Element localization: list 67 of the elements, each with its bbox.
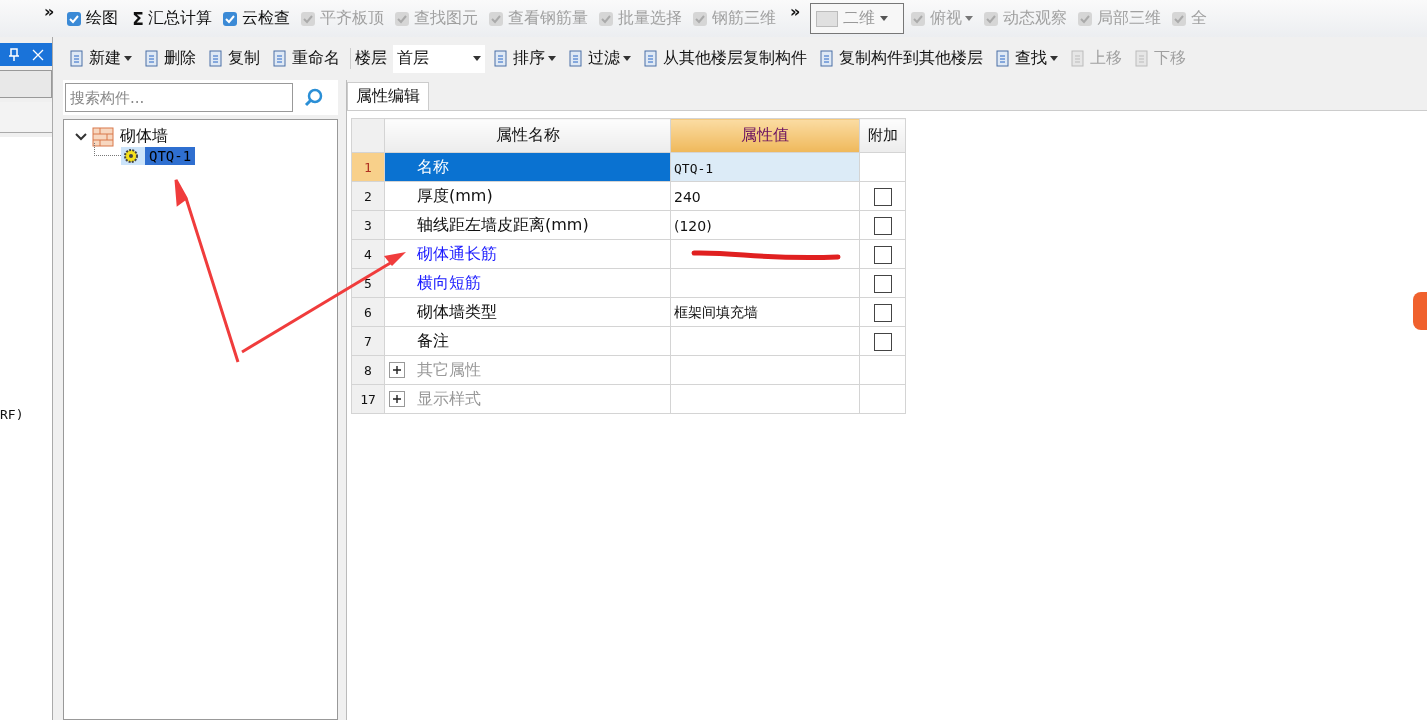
row-number: 17: [351, 384, 385, 414]
row-number: 8: [351, 355, 385, 385]
gear-icon: [123, 148, 139, 164]
caret-icon: [548, 56, 556, 61]
checkbox[interactable]: [873, 245, 892, 264]
checkbox[interactable]: [873, 303, 892, 322]
caret-icon: [965, 16, 974, 21]
row-number: 4: [351, 239, 385, 269]
property-name: 厚度(mm): [416, 185, 493, 207]
caret-icon: [124, 56, 132, 61]
toolbar-button[interactable]: 云检查: [241, 8, 294, 29]
app-icon[interactable]: [1413, 292, 1427, 330]
checkbox[interactable]: [873, 332, 892, 351]
toolbar-button[interactable]: 过滤: [588, 48, 635, 69]
property-name: 其它属性: [416, 359, 481, 381]
caret-icon: [880, 16, 889, 21]
checkbox[interactable]: [873, 216, 892, 235]
tree-item[interactable]: 砌体墙: [118, 126, 170, 147]
caret-icon: [473, 56, 481, 61]
toolbar-button[interactable]: 复制构件到其他楼层: [839, 48, 987, 69]
caret-icon: [1050, 56, 1058, 61]
column-header: 属性名称: [384, 118, 671, 153]
search-icon[interactable]: [303, 86, 325, 109]
property-value[interactable]: QTQ-1: [674, 160, 714, 176]
property-value[interactable]: (120): [674, 217, 712, 234]
property-name: 备注: [416, 330, 449, 352]
property-value[interactable]: 240: [674, 188, 701, 205]
property-name: 轴线距左墙皮距离(mm): [416, 214, 589, 236]
toolbar-button[interactable]: 新建: [89, 48, 136, 69]
row-number: 2: [351, 181, 385, 211]
property-name: 显示样式: [416, 388, 481, 410]
caret-icon: [623, 56, 631, 61]
close-icon[interactable]: [32, 48, 44, 61]
row-number: 6: [351, 297, 385, 327]
property-name: 名称: [416, 156, 449, 178]
expand-icon[interactable]: [389, 391, 405, 407]
sigma-icon: Σ: [132, 8, 144, 29]
checkbox[interactable]: [873, 187, 892, 206]
pin-icon[interactable]: [8, 47, 20, 62]
toolbar-button[interactable]: 汇总计算: [147, 8, 216, 29]
row-number: 1: [351, 152, 385, 182]
expander-icon[interactable]: [74, 131, 88, 142]
toolbar-button[interactable]: 重命名: [292, 48, 344, 69]
tree-item[interactable]: QTQ-1: [145, 147, 196, 165]
expand-icon[interactable]: [389, 362, 405, 378]
floor-dropdown[interactable]: 首层: [393, 44, 485, 73]
overflow-button[interactable]: »: [44, 2, 55, 21]
corner-cell: [351, 118, 385, 153]
column-header: 属性值: [670, 118, 860, 153]
toolbar-button[interactable]: 复制: [228, 48, 264, 69]
tab[interactable]: 属性编辑: [347, 82, 429, 110]
checkbox[interactable]: [873, 274, 892, 293]
list-item[interactable]: RF): [0, 407, 24, 422]
toolbar-button[interactable]: 绘图: [86, 8, 123, 29]
row-number: 3: [351, 210, 385, 240]
toolbar-button[interactable]: 查找: [1015, 48, 1062, 69]
search-field[interactable]: 搜索构件...: [65, 83, 293, 112]
brick-wall-icon: [92, 126, 114, 147]
overflow-button[interactable]: »: [789, 2, 801, 21]
column-header: 附加: [859, 118, 906, 153]
toolbar-button[interactable]: 排序: [513, 48, 560, 69]
row-number: 7: [351, 326, 385, 356]
toolbar-button[interactable]: 删除: [164, 48, 200, 69]
property-name: 砌体墙类型: [416, 301, 497, 323]
floor-label: 楼层: [350, 48, 387, 69]
toolbar-button[interactable]: 从其他楼层复制构件: [663, 48, 811, 69]
property-name[interactable]: 横向短筋: [415, 272, 481, 294]
